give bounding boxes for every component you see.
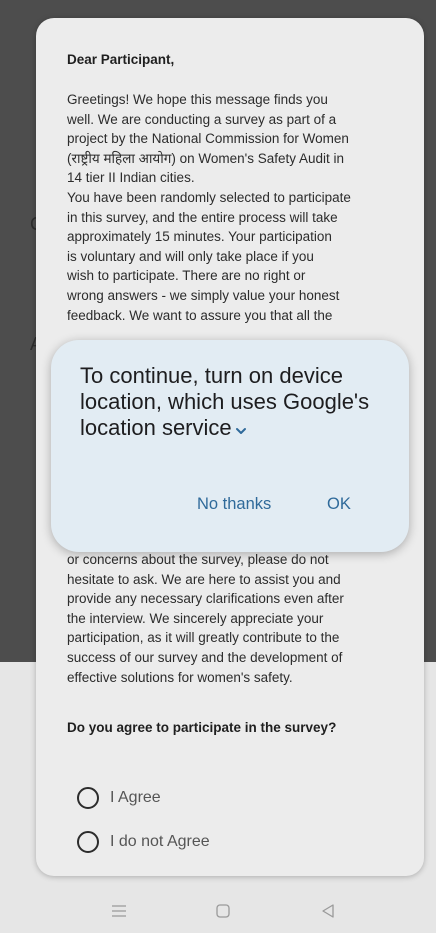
radio-unchecked-icon[interactable] [77,787,99,809]
paragraph-line: wish to participate. There are no right … [67,268,306,284]
paragraph-line: project by the National Commission for W… [67,131,349,147]
dialog-title: To continue, turn on device location, wh… [80,363,390,442]
paragraph-line: success of our survey and the developmen… [67,649,343,665]
paragraph-line: the interview. We sincerely appreciate y… [67,610,324,626]
consent-paragraph-1: Greetings! We hope this message finds yo… [67,90,402,325]
back-icon[interactable] [313,896,343,926]
paragraph-line: 14 tier II Indian cities. [67,170,195,186]
agree-option-label: I Agree [110,789,161,806]
consent-question: Do you agree to participate in the surve… [67,720,337,735]
paragraph-line: You have been randomly selected to parti… [67,189,351,205]
system-navigation-bar [0,890,436,933]
paragraph-line: (राष्ट्रीय महिला आयोग) on Women's Safety… [67,150,345,166]
paragraph-line: is voluntary and will only take place if… [67,248,314,264]
paragraph-line: feedback. We want to assure you that all… [67,307,333,323]
paragraph-line: hesitate to ask. We are here to assist y… [67,571,341,587]
location-permission-dialog: To continue, turn on device location, wh… [51,340,409,552]
agree-option[interactable]: I Agree [77,785,161,811]
paragraph-line: in this survey, and the entire process w… [67,209,338,225]
disagree-option[interactable]: I do not Agree [77,829,210,855]
dialog-title-line: location service [80,415,232,440]
radio-unchecked-icon[interactable] [77,831,99,853]
menu-icon[interactable] [104,896,134,926]
paragraph-line: provide any necessary clarifications eve… [67,591,344,607]
no-thanks-button[interactable]: No thanks [197,495,271,514]
home-icon[interactable] [208,896,238,926]
paragraph-line: effective solutions for women's safety. [67,669,293,685]
dialog-title-line-with-expander: location service [80,415,390,442]
consent-paragraph-2: or concerns about the survey, please do … [67,550,402,687]
paragraph-line: approximately 15 minutes. Your participa… [67,229,332,245]
ok-button[interactable]: OK [327,495,351,514]
paragraph-line: or concerns about the survey, please do … [67,552,329,567]
greeting: Dear Participant, [67,52,175,67]
paragraph-line: participation, as it will greatly contri… [67,630,340,646]
paragraph-line: well. We are conducting a survey as part… [67,111,337,127]
paragraph-line: wrong answers - we simply value your hon… [67,287,340,303]
dialog-title-line: To continue, turn on device [80,363,343,388]
paragraph-line: Greetings! We hope this message finds yo… [67,92,328,107]
disagree-option-label: I do not Agree [110,833,210,850]
chevron-down-icon[interactable] [235,416,247,442]
dialog-title-line: location, which uses Google's [80,389,370,414]
